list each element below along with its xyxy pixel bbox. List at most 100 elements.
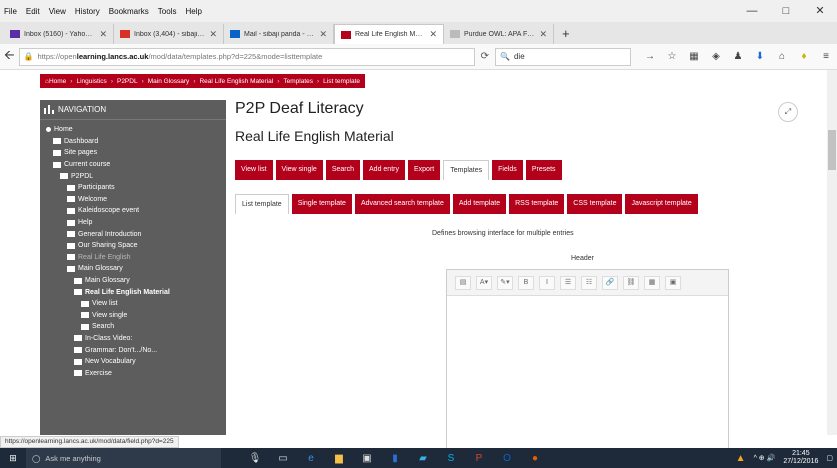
addon-icon[interactable]: ♟ (727, 51, 749, 62)
nav-item[interactable]: Our Sharing Space (40, 240, 226, 252)
activity-tab[interactable]: Fields (492, 160, 523, 180)
menu-item[interactable]: Edit (26, 7, 40, 16)
photos-icon[interactable]: ▰ (409, 453, 437, 464)
editor-tool-icon[interactable]: ☷ (581, 275, 597, 290)
clock[interactable]: 21:45 27/12/2016 (783, 450, 818, 466)
activity-tab[interactable]: Presets (525, 160, 562, 180)
breadcrumb-item[interactable]: Linguistics (76, 78, 106, 85)
navigation-header[interactable]: NAVIGATION (40, 100, 226, 120)
new-tab-button[interactable]: + (554, 24, 578, 44)
nav-item[interactable]: P2PDL (40, 170, 226, 182)
menu-item[interactable]: Help (185, 7, 201, 16)
editor-tool-icon[interactable]: ⛓ (623, 275, 639, 290)
search-input[interactable]: 🔍 die (495, 47, 631, 66)
menu-item[interactable]: File (4, 7, 17, 16)
menu-item[interactable]: Tools (158, 7, 177, 16)
browser-tab[interactable]: Inbox (5160) - Yahoo Mail... ✕ (4, 24, 114, 44)
close-icon[interactable]: ✕ (539, 29, 547, 40)
home-icon[interactable]: ⌂ (771, 51, 793, 62)
tray-icons[interactable]: ^ ⊕ 🔊 (754, 454, 776, 462)
menu-item[interactable]: View (49, 7, 66, 16)
close-window-button[interactable]: ✕ (803, 0, 837, 22)
url-input[interactable]: 🔒 https://open learning.lancs.ac.uk/mod/d… (18, 47, 475, 66)
scrollbar-thumb[interactable] (828, 130, 836, 170)
pocket-icon[interactable]: ◈ (705, 51, 727, 62)
editor-tool-icon[interactable]: B (518, 275, 534, 290)
bookmark-star-icon[interactable]: ☆ (661, 51, 683, 62)
task-view-icon[interactable]: ▭ (269, 453, 297, 464)
download-icon[interactable]: ⬇ (749, 51, 771, 62)
store-icon[interactable]: ▣ (353, 453, 381, 464)
nav-item[interactable]: Help (40, 217, 226, 229)
edge-icon[interactable]: e (297, 453, 325, 464)
nav-item[interactable]: Kaleidoscope event (40, 205, 226, 217)
nav-item[interactable]: Welcome (40, 194, 226, 206)
ppt-icon[interactable]: P (465, 453, 493, 464)
activity-tab[interactable]: Templates (443, 160, 490, 180)
back-arrow-icon[interactable]: 🡨 (4, 46, 15, 68)
close-icon[interactable]: ✕ (319, 29, 327, 40)
editor-tool-icon[interactable]: ▦ (644, 275, 660, 290)
nav-item[interactable]: In-Class Video: (40, 333, 226, 345)
expand-icon[interactable]: ⤢ (778, 102, 798, 122)
template-tab[interactable]: Single template (291, 194, 352, 214)
breadcrumb-item[interactable]: Main Glossary (148, 78, 190, 85)
nav-item[interactable]: Exercise (40, 367, 226, 379)
browser-tab[interactable]: Inbox (3,404) - sibajip@g... ✕ (114, 24, 224, 44)
page-scrollbar[interactable] (827, 70, 837, 435)
menu-icon[interactable]: ≡ (815, 51, 837, 62)
close-icon[interactable]: ✕ (429, 29, 437, 40)
skype-icon[interactable]: S (437, 453, 465, 464)
minimize-button[interactable]: — (735, 0, 769, 22)
template-tab[interactable]: Add template (452, 194, 507, 214)
editor-tool-icon[interactable]: A▾ (476, 275, 492, 290)
nav-item[interactable]: New Vocabulary (40, 356, 226, 368)
nav-item[interactable]: General Introduction (40, 228, 226, 240)
nav-item[interactable]: Participants (40, 182, 226, 194)
close-icon[interactable]: ✕ (209, 29, 217, 40)
template-tab[interactable]: CSS template (567, 194, 623, 214)
breadcrumb-item[interactable]: Home (49, 78, 66, 85)
nav-item[interactable]: Dashboard (40, 136, 226, 148)
menu-item[interactable]: Bookmarks (109, 7, 149, 16)
menu-item[interactable]: History (75, 7, 100, 16)
nav-item[interactable]: Real Life English (40, 252, 226, 264)
nav-item[interactable]: Real Life English Material (40, 286, 226, 298)
editor-tool-icon[interactable]: ▤ (455, 275, 471, 290)
notification-icon[interactable]: ▢ (826, 454, 833, 462)
extension-icon[interactable]: ♦ (793, 51, 815, 62)
editor-tool-icon[interactable]: ☰ (560, 275, 576, 290)
header-editor[interactable]: ▤ A▾ ✎▾ B I ☰ ☷ 🔗 ⛓ ▦ ▣ (446, 269, 729, 449)
nav-item[interactable]: Main Glossary (40, 263, 226, 275)
activity-tab[interactable]: Add entry (363, 160, 405, 180)
template-tab[interactable]: List template (235, 194, 289, 214)
arrow-right-icon[interactable]: → (639, 51, 661, 62)
nav-item[interactable]: Site pages (40, 147, 226, 159)
tray-app-icon[interactable]: ▲ (736, 453, 746, 464)
activity-tab[interactable]: Export (407, 160, 441, 180)
bookmarks-menu-icon[interactable]: ▦ (683, 51, 705, 62)
taskbar-search[interactable]: ◯ Ask me anything (26, 448, 221, 468)
breadcrumb-item[interactable]: P2PDL (117, 78, 138, 85)
nav-item[interactable]: View list (40, 298, 226, 310)
template-tab[interactable]: Javascript template (625, 194, 698, 214)
nav-item[interactable]: Search (40, 321, 226, 333)
browser-tab[interactable]: Purdue OWL: APA Formatting ... ✕ (444, 24, 554, 44)
browser-tab[interactable]: Real Life English Material✕ (334, 24, 444, 44)
breadcrumb-item[interactable]: Templates (283, 78, 313, 85)
mic-icon[interactable]: 🎙 (241, 453, 269, 464)
editor-tool-icon[interactable]: 🔗 (602, 275, 618, 290)
nav-item[interactable]: Current course (40, 159, 226, 171)
editor-tool-icon[interactable]: ▣ (665, 275, 681, 290)
reload-icon[interactable]: ⟳ (481, 51, 489, 62)
template-tab[interactable]: Advanced search template (354, 194, 450, 214)
nav-item[interactable]: Home (40, 124, 226, 136)
outlook-icon[interactable]: O (493, 453, 521, 464)
editor-tool-icon[interactable]: I (539, 275, 555, 290)
windows-start-icon[interactable]: ⊞ (0, 453, 26, 464)
maximize-button[interactable]: □ (769, 0, 803, 22)
nav-item[interactable]: Main Glossary (40, 275, 226, 287)
editor-tool-icon[interactable]: ✎▾ (497, 275, 513, 290)
file-explorer-icon[interactable]: ▆ (325, 453, 353, 464)
nav-item[interactable]: View single (40, 310, 226, 322)
